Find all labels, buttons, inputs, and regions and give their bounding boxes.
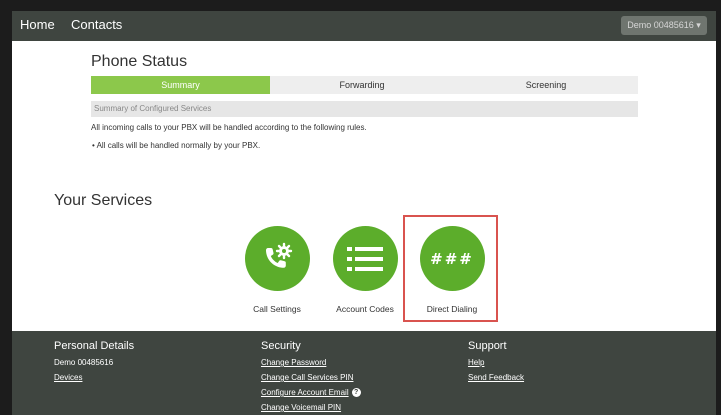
services-title: Your Services bbox=[54, 192, 153, 209]
help-link[interactable]: Help bbox=[468, 358, 524, 373]
rule-bullet: • All calls will be handled normally by … bbox=[92, 141, 261, 150]
configure-account-email-row[interactable]: Configure Account Email? bbox=[261, 388, 361, 403]
change-voicemail-pin-link[interactable]: Change Voicemail PIN bbox=[261, 403, 361, 415]
support-title: Support bbox=[468, 340, 507, 352]
nav-home-link[interactable]: Home bbox=[20, 17, 55, 32]
account-dropdown-button[interactable]: Demo 00485616 ▾ bbox=[621, 16, 707, 35]
account-name: Demo 00485616 bbox=[54, 358, 114, 367]
devices-link[interactable]: Devices bbox=[54, 373, 134, 388]
account-codes-service[interactable]: Account Codes bbox=[325, 226, 405, 314]
configure-account-email-link[interactable]: Configure Account Email bbox=[261, 388, 349, 397]
top-navbar: Home Contacts Demo 00485616 ▾ bbox=[12, 11, 716, 41]
call-settings-service[interactable]: Call Settings bbox=[237, 226, 317, 314]
personal-details-column: Personal Details Demo 00485616 Devices bbox=[54, 340, 134, 388]
help-icon[interactable]: ? bbox=[351, 388, 361, 398]
personal-details-title: Personal Details bbox=[54, 340, 135, 352]
change-call-services-pin-link[interactable]: Change Call Services PIN bbox=[261, 373, 361, 388]
footer: Personal Details Demo 00485616 Devices S… bbox=[12, 331, 716, 415]
highlight-box bbox=[403, 215, 498, 322]
list-icon[interactable] bbox=[332, 226, 398, 291]
change-password-link[interactable]: Change Password bbox=[261, 358, 361, 373]
phone-status-title: Phone Status bbox=[91, 53, 188, 70]
send-feedback-link[interactable]: Send Feedback bbox=[468, 373, 524, 388]
phone-status-tabs: Summary Forwarding Screening bbox=[91, 76, 638, 94]
tab-screening[interactable]: Screening bbox=[454, 76, 638, 94]
rules-text: All incoming calls to your PBX will be h… bbox=[91, 123, 367, 132]
security-column: Security Change Password Change Call Ser… bbox=[261, 340, 361, 415]
summary-header: Summary of Configured Services bbox=[91, 101, 638, 117]
tab-forwarding[interactable]: Forwarding bbox=[270, 76, 454, 94]
phone-gear-icon[interactable] bbox=[244, 226, 310, 291]
nav-contacts-link[interactable]: Contacts bbox=[71, 17, 122, 32]
tab-summary[interactable]: Summary bbox=[91, 76, 270, 94]
support-column: Support Help Send Feedback bbox=[468, 340, 524, 388]
security-title: Security bbox=[261, 340, 301, 352]
main-content: Phone Status Summary Forwarding Screenin… bbox=[12, 41, 716, 331]
account-codes-label: Account Codes bbox=[336, 304, 394, 314]
call-settings-label: Call Settings bbox=[253, 304, 301, 314]
